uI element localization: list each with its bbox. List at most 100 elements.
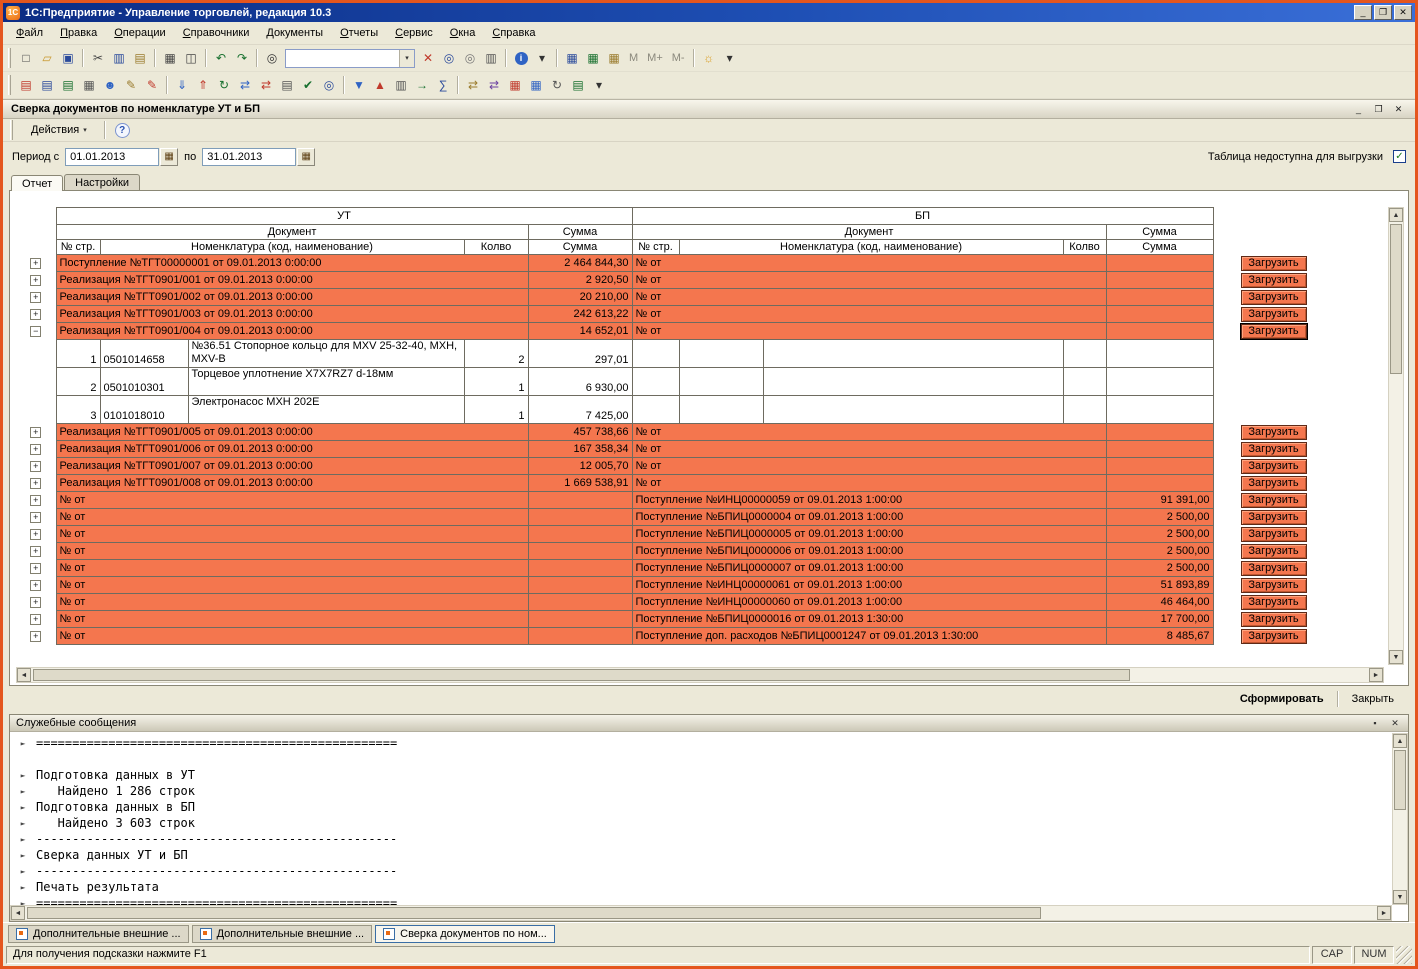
info-icon[interactable]: i [511,48,531,68]
bp-document-cell[interactable]: № от [632,255,1106,272]
table-settings-icon[interactable]: ▦ [526,75,546,95]
find-icon[interactable]: ◎ [262,48,282,68]
print-label-icon[interactable]: ▤ [37,75,57,95]
document-row[interactable]: +Реализация №ТГТ0901/005 от 09.01.2013 0… [16,424,1309,441]
message-line[interactable]: ►Подготовка данных в БП [10,799,1392,815]
ut-document-cell[interactable]: № от [56,594,528,611]
messages-horizontal-scrollbar[interactable]: ◄ ► [10,905,1392,921]
ut-sum-cell[interactable]: 20 210,00 [528,289,632,306]
toolbar-more-icon[interactable]: ▾ [589,75,609,95]
paste-icon[interactable]: ▤ [130,48,150,68]
unload-document-icon[interactable]: ⇑ [193,75,213,95]
close-report-button[interactable]: Закрыть [1343,690,1403,708]
message-line[interactable]: ►---------------------------------------… [10,831,1392,847]
new-document-icon[interactable]: □ [16,48,36,68]
cash-register-icon[interactable]: ▦ [79,75,99,95]
expand-icon[interactable]: + [30,478,41,489]
print-document-icon[interactable]: ▤ [16,75,36,95]
ut-document-cell[interactable]: Реализация №ТГТ0901/003 от 09.01.2013 0:… [56,306,528,323]
load-button[interactable]: Загрузить [1241,578,1307,593]
ut-sum-cell[interactable] [528,577,632,594]
scroll-track[interactable] [1393,748,1407,890]
scroll-track[interactable] [1389,222,1403,650]
open-icon[interactable]: ▱ [37,48,57,68]
ut-sum-cell[interactable]: 2 920,50 [528,272,632,289]
load-button[interactable]: Загрузить [1241,256,1307,271]
ut-document-cell[interactable]: Реализация №ТГТ0901/006 от 09.01.2013 0:… [56,441,528,458]
collapse-icon[interactable]: − [30,326,41,337]
clear-document-icon[interactable]: ▲ [370,75,390,95]
ut-sum-cell[interactable] [528,594,632,611]
close-messages-icon[interactable]: ✕ [1388,717,1402,730]
export-table-icon[interactable]: ▤ [568,75,588,95]
load-button[interactable]: Загрузить [1241,561,1307,576]
bp-sum-cell[interactable]: 2 500,00 [1106,560,1213,577]
load-button[interactable]: Загрузить [1241,307,1307,322]
report-icon[interactable]: ▦ [505,75,525,95]
load-button[interactable]: Загрузить [1241,290,1307,305]
expand-icon[interactable]: + [30,495,41,506]
bp-document-cell[interactable]: № от [632,323,1106,340]
document-row[interactable]: +№ отПоступление №БПИЦ0000004 от 09.01.2… [16,509,1309,526]
ut-document-cell[interactable]: Поступление №ТГТ00000001 от 09.01.2013 0… [56,255,528,272]
bp-document-cell[interactable]: № от [632,272,1106,289]
info-dropdown-icon[interactable]: ▾ [532,48,552,68]
scroll-left-button[interactable]: ◄ [17,668,31,682]
find-next-icon[interactable]: ◎ [439,48,459,68]
scroll-thumb[interactable] [1390,224,1402,374]
redo-icon[interactable]: ↷ [232,48,252,68]
window-tab-3[interactable]: Сверка документов по ном... [375,925,555,943]
memory-plus-button[interactable]: M+ [643,50,667,66]
ut-sum-cell[interactable] [528,509,632,526]
expand-icon[interactable]: + [30,258,41,269]
detail-row[interactable]: 30101018010Электронасос MXH 202E17 425,0… [16,396,1309,424]
ut-document-cell[interactable]: Реализация №ТГТ0901/008 от 09.01.2013 0:… [56,475,528,492]
table-vertical-scrollbar[interactable]: ▲ ▼ [1388,207,1404,665]
compare-documents-icon[interactable]: ⇄ [235,75,255,95]
ut-document-cell[interactable]: № от [56,577,528,594]
report-minimize-button[interactable]: _ [1350,102,1367,116]
bp-document-cell[interactable]: Поступление №БПИЦ0000006 от 09.01.2013 1… [632,543,1106,560]
scroll-thumb[interactable] [33,669,1130,681]
undo-icon[interactable]: ↶ [211,48,231,68]
ut-document-cell[interactable]: Реализация №ТГТ0901/004 от 09.01.2013 0:… [56,323,528,340]
scroll-up-button[interactable]: ▲ [1389,208,1403,222]
bp-sum-cell[interactable] [1106,458,1213,475]
bp-document-cell[interactable]: № от [632,441,1106,458]
memory-minus-button[interactable]: M- [668,50,689,66]
message-line[interactable] [10,751,1392,767]
scroll-left-button[interactable]: ◄ [11,906,25,920]
document-row[interactable]: +Реализация №ТГТ0901/003 от 09.01.2013 0… [16,306,1309,323]
tab-settings[interactable]: Настройки [64,174,140,190]
document-row[interactable]: +№ отПоступление №ИНЦ00000060 от 09.01.2… [16,594,1309,611]
memory-recall-button[interactable]: M [625,50,642,66]
bp-sum-cell[interactable] [1106,272,1213,289]
menu-item-4[interactable]: Справочники [175,24,258,42]
table-horizontal-scrollbar[interactable]: ◄ ► [16,667,1384,683]
message-line[interactable]: ► Найдено 3 603 строк [10,815,1392,831]
table-board-icon[interactable]: ▦ [562,48,582,68]
menu-item-2[interactable]: Правка [52,24,105,42]
bp-document-cell[interactable]: Поступление №БПИЦ0000016 от 09.01.2013 1… [632,611,1106,628]
expand-icon[interactable]: + [30,580,41,591]
load-button[interactable]: Загрузить [1241,527,1307,542]
exchange-bp-icon[interactable]: ⇄ [484,75,504,95]
bp-sum-cell[interactable] [1106,424,1213,441]
scroll-thumb[interactable] [27,907,1041,919]
scroll-down-button[interactable]: ▼ [1389,650,1403,664]
sketch-icon[interactable]: ✎ [121,75,141,95]
fill-document-icon[interactable]: ▼ [349,75,369,95]
contractors-icon[interactable]: ☻ [100,75,120,95]
calendar-icon[interactable]: ▦ [297,148,315,166]
copy-icon[interactable]: ▥ [109,48,129,68]
document-row[interactable]: +№ отПоступление №БПИЦ0000016 от 09.01.2… [16,611,1309,628]
tip-dropdown-icon[interactable]: ▾ [720,48,740,68]
load-button[interactable]: Загрузить [1241,425,1307,440]
ut-sum-cell[interactable] [528,628,632,645]
ut-sum-cell[interactable]: 167 358,34 [528,441,632,458]
bp-sum-cell[interactable]: 2 500,00 [1106,526,1213,543]
ut-sum-cell[interactable]: 457 738,66 [528,424,632,441]
scroll-right-button[interactable]: ► [1369,668,1383,682]
ut-document-cell[interactable]: Реализация №ТГТ0901/005 от 09.01.2013 0:… [56,424,528,441]
resize-grip[interactable] [1396,946,1412,964]
